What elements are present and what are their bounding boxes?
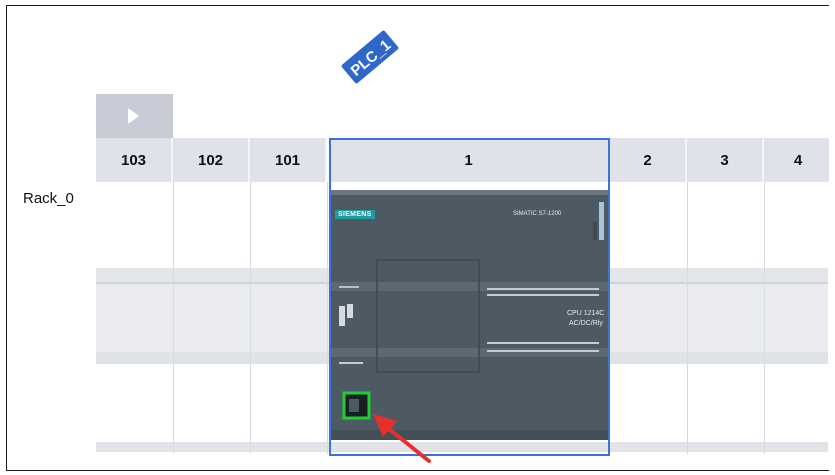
slot-header-101[interactable]: 101 (250, 138, 327, 182)
empty-slot-103[interactable] (96, 184, 173, 266)
slot-header-3[interactable]: 3 (687, 138, 764, 182)
empty-slot-101[interactable] (251, 184, 327, 266)
empty-slot-2[interactable] (611, 184, 687, 266)
slot-header-2[interactable]: 2 (610, 138, 687, 182)
slot-header-103[interactable]: 103 (96, 138, 173, 182)
slot-header-102[interactable]: 102 (173, 138, 250, 182)
device-view-canvas: PLC_1 103 102 101 1 2 3 4 Rack_0 SIEMENS… (6, 5, 829, 471)
red-arrow-icon (373, 414, 431, 463)
empty-slot-3[interactable] (688, 184, 764, 266)
slot-header-4[interactable]: 4 (764, 138, 829, 182)
expand-slots-button[interactable] (96, 94, 173, 138)
empty-slot-4[interactable] (765, 184, 829, 266)
empty-slot-102[interactable] (174, 184, 250, 266)
plc-name-tag[interactable]: PLC_1 (338, 30, 402, 84)
triangle-right-icon (128, 108, 139, 124)
rack-label[interactable]: Rack_0 (23, 190, 74, 207)
slot-separator (327, 182, 328, 454)
